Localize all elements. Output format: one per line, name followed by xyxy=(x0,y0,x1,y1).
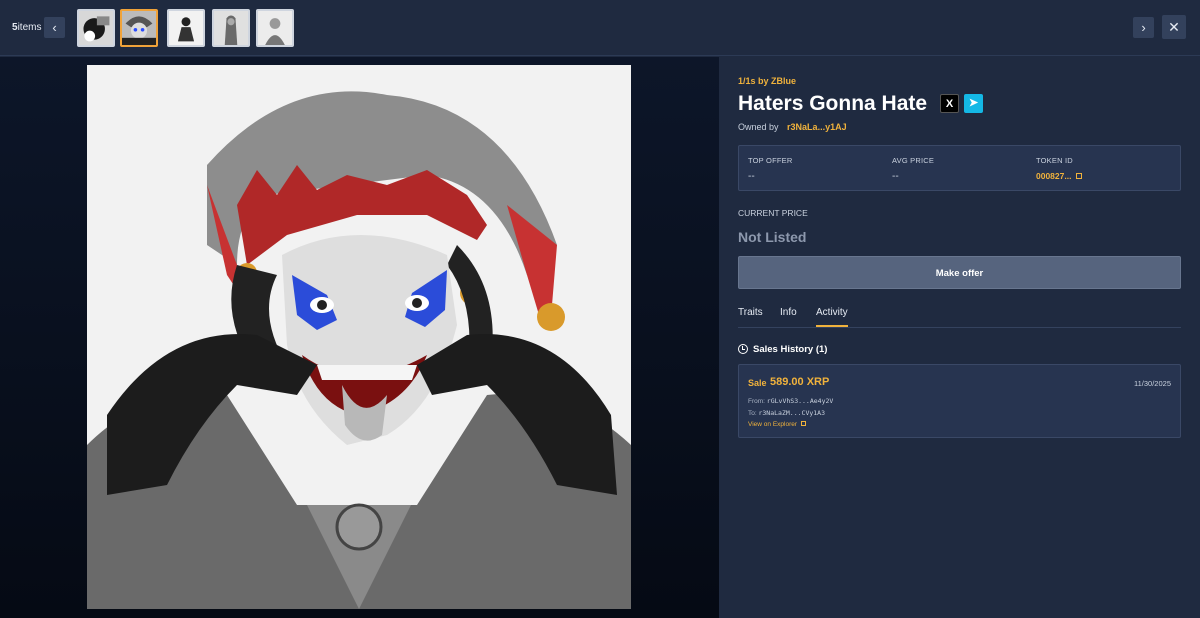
sale-to: To: r3NaLaZM...CVy1A3 xyxy=(748,409,825,417)
thumbnail-5[interactable] xyxy=(256,9,294,47)
thumbnail-1[interactable] xyxy=(77,9,115,47)
prev-button[interactable]: ‹ xyxy=(44,17,65,38)
tab-traits[interactable]: Traits xyxy=(738,307,763,318)
tab-activity[interactable]: Activity xyxy=(816,307,848,327)
current-price-label: CURRENT PRICE xyxy=(738,208,808,218)
sale-from: From: rGLvVhS3...Ae4y2V xyxy=(748,397,833,405)
jester-artwork xyxy=(87,65,631,609)
thumbnail-4[interactable] xyxy=(212,9,250,47)
details-panel: 1/1s by ZBlue Haters Gonna Hate X ➤ Owne… xyxy=(719,57,1200,618)
close-button[interactable]: ✕ xyxy=(1162,15,1186,39)
next-button[interactable]: › xyxy=(1133,17,1154,38)
owner-line: Owned by r3NaLa...y1AJ xyxy=(738,122,847,132)
clock-icon xyxy=(738,344,748,354)
sale-from-label: From: xyxy=(748,398,765,405)
stats-box: TOP OFFER -- AVG PRICE -- TOKEN ID 00082… xyxy=(738,145,1181,191)
external-link-icon xyxy=(800,421,806,426)
sale-to-label: To: xyxy=(748,410,757,417)
owner-label: Owned by xyxy=(738,122,779,132)
sale-from-address[interactable]: rGLvVhS3...Ae4y2V xyxy=(767,397,834,405)
sale-amount: 589.00 XRP xyxy=(770,376,830,388)
thumbnail-3[interactable] xyxy=(167,9,205,47)
sales-history-heading: Sales History (1) xyxy=(738,344,827,355)
top-offer-stat: TOP OFFER -- xyxy=(748,156,792,182)
token-id-label: TOKEN ID xyxy=(1036,156,1073,165)
item-count: 5items xyxy=(12,22,41,33)
image-panel xyxy=(0,57,719,618)
nft-title: Haters Gonna Hate xyxy=(738,92,928,115)
sale-date: 11/30/2025 xyxy=(1134,379,1171,388)
avg-price-value: -- xyxy=(892,171,899,182)
telegram-share-icon[interactable]: ➤ xyxy=(964,94,983,113)
view-explorer-link[interactable]: View on Explorer xyxy=(748,421,806,428)
token-id-stat: TOKEN ID 000827... xyxy=(1036,156,1082,181)
view-explorer-text: View on Explorer xyxy=(748,421,798,428)
owner-address[interactable]: r3NaLa...y1AJ xyxy=(787,122,847,132)
copy-icon[interactable] xyxy=(1075,173,1082,179)
sale-card: Sale 589.00 XRP 11/30/2025 From: rGLvVhS… xyxy=(738,364,1181,438)
token-id-text: 000827... xyxy=(1036,171,1072,181)
top-offer-value: -- xyxy=(748,171,755,182)
collection-link[interactable]: 1/1s by ZBlue xyxy=(738,76,796,86)
make-offer-button[interactable]: Make offer xyxy=(738,256,1181,289)
sale-kind: Sale xyxy=(748,378,767,388)
sales-history-title: Sales History (1) xyxy=(753,344,828,355)
top-offer-label: TOP OFFER xyxy=(748,156,793,165)
tab-bar: Traits Info Activity xyxy=(738,303,1181,328)
avg-price-label: AVG PRICE xyxy=(892,156,935,165)
x-share-icon[interactable]: X xyxy=(940,94,959,113)
thumbnail-2[interactable] xyxy=(120,9,158,47)
sale-to-address[interactable]: r3NaLaZM...CVy1A3 xyxy=(758,409,825,417)
nft-image[interactable] xyxy=(87,65,631,609)
avg-price-stat: AVG PRICE -- xyxy=(892,156,934,182)
current-price-value: Not Listed xyxy=(738,229,807,245)
top-bar: 5items ‹ › ✕ xyxy=(0,0,1200,56)
tab-info[interactable]: Info xyxy=(780,307,797,318)
item-count-label: items xyxy=(17,22,42,33)
token-id-value[interactable]: 000827... xyxy=(1036,171,1082,181)
